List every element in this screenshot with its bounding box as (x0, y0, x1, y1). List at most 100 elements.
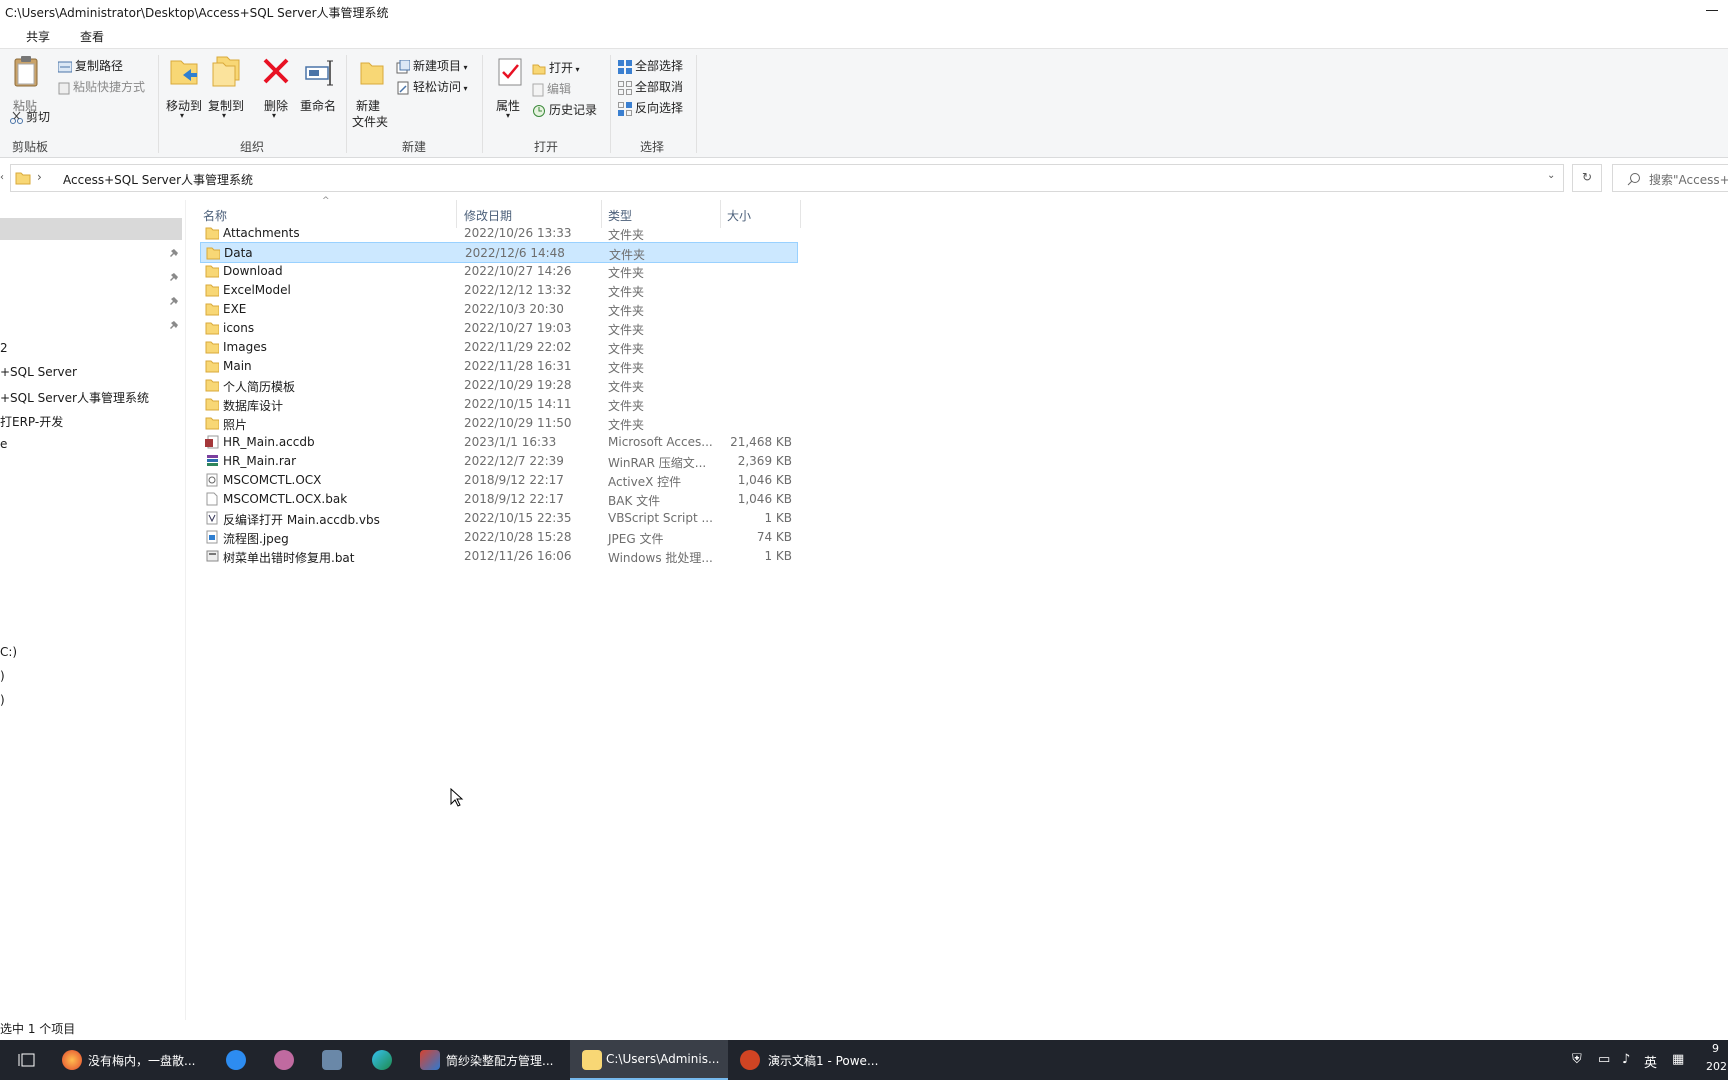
search-box[interactable]: 搜索"Access+ (1612, 164, 1728, 192)
new-item-icon (396, 59, 410, 73)
tab-view[interactable]: 查看 (80, 28, 104, 45)
file-type: ActiveX 控件 (608, 475, 682, 489)
file-row[interactable]: MSCOMCTL.OCX 2018/9/12 22:17 ActiveX 控件 1,0… (200, 470, 798, 491)
chevron-down-icon[interactable]: ⌄ (1547, 170, 1555, 181)
taskbar-app-edge[interactable] (366, 1040, 400, 1080)
nav-item-drive[interactable]: ) (0, 693, 5, 707)
edit-button[interactable]: 编辑 (532, 80, 571, 97)
new-item-button[interactable]: 新建项目 ▾ (396, 57, 468, 74)
nav-item[interactable]: +SQL Server (0, 365, 77, 379)
file-row[interactable]: Attachments 2022/10/26 13:33 文件夹 (200, 223, 798, 244)
file-row[interactable]: Main 2022/11/28 16:31 文件夹 (200, 356, 798, 377)
file-name: 树菜单出错时修复用.bat (223, 551, 355, 565)
file-type: 文件夹 (608, 228, 645, 242)
folder-icon (205, 227, 219, 240)
rename-button[interactable]: 重命名 (298, 55, 342, 115)
refresh-button[interactable]: ↻ (1572, 164, 1602, 192)
copy-path-button[interactable]: 复制路径 (58, 57, 123, 74)
invert-selection-icon (618, 101, 632, 116)
file-row[interactable]: ExcelModel 2022/12/12 13:32 文件夹 (200, 280, 798, 301)
file-row[interactable]: EXE 2022/10/3 20:30 文件夹 (200, 299, 798, 320)
clipboard-icon (14, 56, 38, 87)
file-row[interactable]: 照片 2022/10/29 11:50 文件夹 (200, 413, 798, 434)
column-header-type[interactable]: 类型 (608, 207, 632, 224)
ime-indicator[interactable]: 英 (1644, 1052, 1657, 1071)
delete-button[interactable]: 删除 ▾ (262, 55, 292, 127)
nav-selected-item[interactable] (0, 218, 182, 240)
file-row[interactable]: 反编译打开 Main.accdb.vbs 2022/10/15 22:35 VBSc… (200, 508, 798, 529)
select-all-button[interactable]: 全部选择 (618, 57, 683, 74)
column-header-name[interactable]: 名称 (203, 207, 227, 224)
taskbar-app-translate[interactable] (220, 1040, 254, 1080)
taskbar-app-paint[interactable] (268, 1040, 302, 1080)
search-icon (1627, 173, 1640, 186)
new-folder-button[interactable]: 新建 文件夹 (352, 55, 392, 135)
network-icon[interactable]: ▭ (1598, 1052, 1610, 1067)
nav-item[interactable]: 2 (0, 341, 8, 355)
file-name: Data (224, 246, 253, 260)
invert-selection-button[interactable]: 反向选择 (618, 99, 683, 116)
file-name: HR_Main.rar (223, 454, 297, 468)
taskbar-app-powerpoint[interactable]: 演示文稿1 - Powe... (734, 1040, 884, 1080)
file-name: Images (223, 340, 267, 354)
security-icon[interactable]: ⛨ (1572, 1052, 1582, 1067)
file-row[interactable]: Data 2022/12/6 14:48 文件夹 (200, 242, 798, 263)
ribbon-separator (482, 55, 483, 153)
file-date: 2018/9/12 22:17 (464, 492, 564, 506)
paint-icon (274, 1050, 294, 1070)
folder-icon (205, 360, 219, 373)
file-name: 照片 (223, 418, 248, 432)
taskbar-app-tools[interactable] (316, 1040, 350, 1080)
cut-button[interactable]: 剪切 (10, 108, 50, 125)
paste-shortcut-button[interactable]: 粘贴快捷方式 (58, 78, 145, 95)
easy-access-button[interactable]: 轻松访问 ▾ (396, 78, 468, 95)
nav-item[interactable]: e (0, 437, 7, 451)
file-row[interactable]: Images 2022/11/29 22:02 文件夹 (200, 337, 798, 358)
address-bar[interactable]: › Access+SQL Server人事管理系统 ⌄ (10, 164, 1564, 192)
breadcrumb-chevron-icon[interactable]: › (37, 170, 42, 184)
tab-share[interactable]: 共享 (26, 28, 50, 45)
history-button[interactable]: 历史记录 (532, 101, 597, 118)
file-date: 2022/10/15 14:11 (464, 397, 572, 411)
column-header-size[interactable]: 大小 (727, 207, 751, 224)
file-row[interactable]: 个人简历模板 2022/10/29 19:28 文件夹 (200, 375, 798, 396)
file-row[interactable]: HR_Main.accdb 2023/1/1 16:33 Microsoft Acc… (200, 432, 798, 453)
file-row[interactable]: 数据库设计 2022/10/15 14:11 文件夹 (200, 394, 798, 415)
taskbar-app-firefox[interactable]: 没有梅内，一盘散... (50, 1040, 200, 1080)
select-none-icon (618, 80, 632, 95)
file-row[interactable]: MSCOMCTL.OCX.bak 2018/9/12 22:17 BAK 文件 1,0… (200, 489, 798, 510)
file-type: Microsoft Acces... (608, 435, 713, 449)
nav-item-drive[interactable]: ) (0, 669, 5, 683)
file-row[interactable]: icons 2022/10/27 19:03 文件夹 (200, 318, 798, 339)
minimize-button[interactable] (1700, 0, 1728, 24)
file-row[interactable]: 树菜单出错时修复用.bat 2012/11/26 16:06 Windows 批处理… (200, 546, 798, 567)
mouse-cursor-icon (450, 788, 464, 807)
volume-icon[interactable]: ♪ (1622, 1052, 1630, 1067)
paste-button[interactable]: 粘贴 (8, 55, 42, 113)
ime-grid-icon[interactable]: ▦ (1672, 1052, 1684, 1067)
task-view-button[interactable] (10, 1040, 46, 1080)
back-arrow-icon[interactable]: ‹ (0, 172, 4, 183)
column-header-date[interactable]: 修改日期 (464, 207, 512, 224)
file-row[interactable]: 流程图.jpeg 2022/10/28 15:28 JPEG 文件 74 KB (200, 527, 798, 548)
clock-date[interactable]: 202 (1706, 1060, 1727, 1073)
clock-time[interactable]: 9 (1712, 1042, 1719, 1055)
file-row[interactable]: HR_Main.rar 2022/12/7 22:39 WinRAR 压缩文... 2… (200, 451, 798, 472)
nav-item[interactable]: 打ERP-开发 (0, 413, 63, 430)
properties-button[interactable]: 属性 ▾ (494, 55, 526, 127)
file-type: 文件夹 (608, 304, 645, 318)
history-label: 历史记录 (549, 103, 598, 117)
nav-item-drive[interactable]: C:) (0, 645, 17, 659)
file-size: 1,046 KB (737, 473, 792, 487)
taskbar-app-explorer[interactable]: C:\Users\Adminis... (570, 1040, 728, 1080)
taskbar-app-dyeing[interactable]: 筒纱染整配方管理... (412, 1040, 562, 1080)
nav-item[interactable]: +SQL Server人事管理系统 (0, 389, 149, 406)
column-separator[interactable] (800, 200, 801, 228)
select-none-button[interactable]: 全部取消 (618, 78, 683, 95)
move-to-button[interactable]: 移动到 ▾ (164, 55, 204, 127)
copy-to-button[interactable]: 复制到 ▾ (206, 55, 246, 127)
file-date: 2022/10/26 13:33 (464, 226, 572, 240)
file-date: 2022/12/6 14:48 (465, 246, 565, 260)
open-button[interactable]: 打开 ▾ (532, 59, 580, 76)
file-row[interactable]: Download 2022/10/27 14:26 文件夹 (200, 261, 798, 282)
